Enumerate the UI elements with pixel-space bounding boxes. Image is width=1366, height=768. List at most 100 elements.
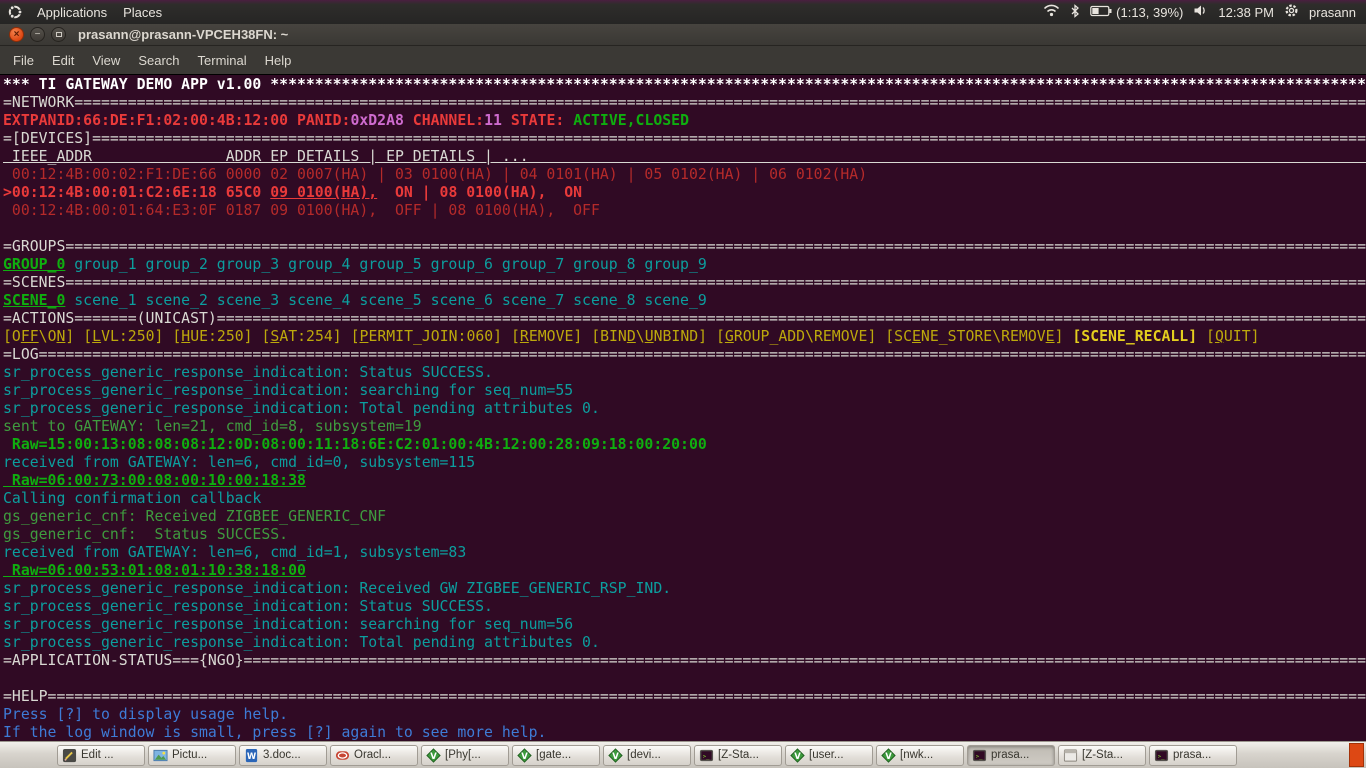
word-doc-icon: W: [244, 748, 259, 763]
taskbar-item[interactable]: Edit ...: [57, 744, 145, 766]
user-menu[interactable]: prasann: [1309, 5, 1356, 20]
panel-left: Applications Places: [0, 4, 164, 20]
minimize-button[interactable]: −: [30, 27, 45, 42]
terminal-body[interactable]: *** TI GATEWAY DEMO APP v1.00 **********…: [0, 75, 1366, 741]
taskbar-item[interactable]: V [gate...: [512, 744, 600, 766]
wifi-indicator[interactable]: [1043, 4, 1060, 20]
bluetooth-indicator[interactable]: [1070, 3, 1080, 21]
maximize-button[interactable]: [51, 27, 66, 42]
terminal-line: sr_process_generic_response_indication: …: [3, 580, 672, 597]
terminal-line: GROUP_0 group_1 group_2 group_3 group_4 …: [3, 256, 707, 273]
pictures-icon: [153, 748, 168, 763]
panel-indicators: (1:13, 39%) 12:38 PM prasann: [1043, 3, 1366, 21]
terminal-line: Calling confirmation callback: [3, 490, 262, 507]
taskbar-item-label: prasa...: [991, 749, 1030, 761]
taskbar-item-label: Edit ...: [81, 749, 114, 761]
terminal-icon: >_: [1154, 748, 1169, 763]
taskbar-item[interactable]: [Z-Sta...: [1058, 744, 1146, 766]
menu-edit[interactable]: Edit: [43, 49, 83, 72]
terminal-line: =SCENES=================================…: [3, 274, 1366, 291]
username-text: prasann: [1309, 4, 1356, 20]
gvim-icon: V: [881, 747, 896, 763]
clock-text: 12:38 PM: [1218, 4, 1275, 20]
gvim-icon: V: [426, 747, 441, 763]
terminal-line: =APPLICATION-STATUS==={NGO}=============…: [3, 652, 1366, 669]
terminal-line: sr_process_generic_response_indication: …: [3, 364, 493, 381]
menu-help[interactable]: Help: [256, 49, 301, 72]
terminal-icon: >_: [972, 748, 987, 763]
bluetooth-icon: [1070, 3, 1080, 21]
taskbar-item[interactable]: W 3.doc...: [239, 744, 327, 766]
taskbar-item[interactable]: Pictu...: [148, 744, 236, 766]
terminal-icon: >_: [699, 748, 714, 763]
terminal-line: =[DEVICES]==============================…: [3, 130, 1366, 147]
battery-icon: [1090, 5, 1112, 20]
terminal-line: Raw=06:00:73:00:08:00:10:00:18:38: [3, 472, 306, 489]
terminal-line: If the log window is small, press [?] ag…: [3, 724, 547, 741]
alert-indicator[interactable]: [1349, 743, 1364, 767]
clock-indicator[interactable]: 12:38 PM: [1218, 5, 1274, 20]
taskbar-item-label: [gate...: [536, 749, 572, 761]
battery-indicator[interactable]: (1:13, 39%): [1090, 5, 1183, 20]
taskbar-item[interactable]: >_ prasa...: [967, 744, 1055, 766]
applications-menu[interactable]: Applications: [35, 5, 109, 20]
oracle-icon: [335, 748, 350, 763]
taskbar-item[interactable]: V [devi...: [603, 744, 691, 766]
terminal-line: sr_process_generic_response_indication: …: [3, 382, 574, 399]
taskbar-item[interactable]: V [nwk...: [876, 744, 964, 766]
svg-text:V: V: [794, 750, 801, 760]
menu-terminal[interactable]: Terminal: [189, 49, 256, 72]
terminal-line: sr_process_generic_response_indication: …: [3, 634, 600, 651]
terminal-line: Raw=15:00:13:08:08:08:12:0D:08:00:11:18:…: [3, 436, 707, 453]
terminal-line: sr_process_generic_response_indication: …: [3, 598, 493, 615]
terminal-window: × − prasann@prasann-VPCEH38FN: ~ File Ed…: [0, 24, 1366, 741]
gear-icon: [1284, 3, 1299, 21]
ubuntu-logo-icon[interactable]: [7, 4, 23, 20]
svg-text:V: V: [612, 750, 619, 760]
taskbar-item[interactable]: V [user...: [785, 744, 873, 766]
places-menu[interactable]: Places: [121, 5, 164, 20]
taskbar-item-label: Pictu...: [172, 749, 208, 761]
wifi-icon: [1043, 4, 1060, 20]
taskbar-item-label: 3.doc...: [263, 749, 301, 761]
top-panel: Applications Places (1:13, 39%) 12:38 PM…: [0, 0, 1366, 24]
taskbar-item-label: [nwk...: [900, 749, 934, 761]
svg-text:V: V: [885, 750, 892, 760]
svg-text:W: W: [247, 750, 257, 760]
taskbar-item-label: [Z-Sta...: [1082, 749, 1123, 761]
text-editor-icon: [62, 748, 77, 763]
terminal-line: sr_process_generic_response_indication: …: [3, 400, 600, 417]
terminal-line: SCENE_0 scene_1 scene_2 scene_3 scene_4 …: [3, 292, 707, 309]
volume-icon: [1193, 4, 1208, 20]
terminal-line: EXTPANID:66:DE:F1:02:00:4B:12:00 PANID:0…: [3, 112, 689, 129]
taskbar-item[interactable]: V [Phy[...: [421, 744, 509, 766]
menu-file[interactable]: File: [4, 49, 43, 72]
terminal-menubar: File Edit View Search Terminal Help: [0, 46, 1366, 74]
terminal-line: received from GATEWAY: len=6, cmd_id=0, …: [3, 454, 476, 471]
menu-search[interactable]: Search: [129, 49, 188, 72]
window-icon: [1063, 748, 1078, 763]
taskbar-item[interactable]: >_ prasa...: [1149, 744, 1237, 766]
menu-view[interactable]: View: [83, 49, 129, 72]
terminal-line: sent to GATEWAY: len=21, cmd_id=8, subsy…: [3, 418, 422, 435]
terminal-line: Press [?] to display usage help.: [3, 706, 289, 723]
taskbar-item[interactable]: >_ [Z-Sta...: [694, 744, 782, 766]
terminal-line: IEEE_ADDR ADDR EP DETAILS | EP DETAILS |…: [11, 148, 529, 165]
terminal-line: *** TI GATEWAY DEMO APP v1.00 **********…: [3, 76, 1366, 93]
gvim-icon: V: [790, 747, 805, 763]
taskbar-item-label: [Z-Sta...: [718, 749, 759, 761]
terminal-line: =LOG====================================…: [3, 346, 1366, 363]
terminal-line: >00:12:4B:00:01:C2:6E:18 65C0 09 0100(HA…: [3, 184, 583, 201]
terminal-line: received from GATEWAY: len=6, cmd_id=1, …: [3, 544, 467, 561]
session-indicator[interactable]: [1284, 3, 1299, 21]
titlebar[interactable]: × − prasann@prasann-VPCEH38FN: ~: [0, 24, 1366, 46]
terminal-line: =GROUPS=================================…: [3, 238, 1366, 255]
close-button[interactable]: ×: [9, 27, 24, 42]
terminal-line: 00:12:4B:00:02:F1:DE:66 0000 02 0007(HA)…: [3, 166, 868, 183]
volume-indicator[interactable]: [1193, 4, 1208, 20]
taskbar-item[interactable]: Oracl...: [330, 744, 418, 766]
taskbar-item-label: [Phy[...: [445, 749, 481, 761]
taskbar: Edit ... Pictu... W 3.doc... Oracl... V [Phy[.…: [0, 741, 1366, 768]
